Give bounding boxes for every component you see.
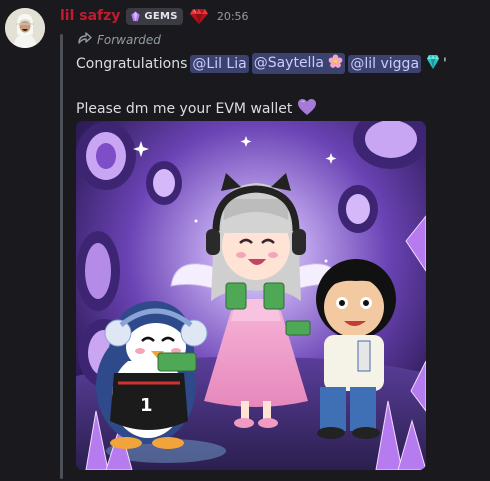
guild-tag[interactable]: GEMS [126, 7, 183, 25]
author-name[interactable]: lil safzy [60, 8, 120, 24]
crystal-gem-icon [130, 10, 141, 22]
mention-lil-vigga[interactable]: @lil vigga [348, 54, 422, 73]
forward-bar [60, 34, 63, 479]
geode-top-left [76, 122, 136, 190]
avatar[interactable] [5, 8, 45, 48]
mention-lil-lia[interactable]: @Lil Lia [190, 54, 249, 73]
purple-heart-icon [297, 98, 317, 120]
svg-text:1: 1 [140, 395, 153, 416]
forwarded-indicator: Forwarded [78, 32, 161, 47]
message-line-2: Please dm me your EVM wallet [76, 98, 317, 120]
forwarded-label: Forwarded [97, 32, 161, 47]
message-header: lil safzy GEMS 20:56 [60, 6, 249, 26]
chat-message: lil safzy GEMS 20:56 Forwarded Congratul… [0, 0, 490, 481]
timestamp[interactable]: 20:56 [217, 10, 249, 23]
congrats-text: Congratulations [76, 55, 188, 72]
mention-saytella[interactable]: @Saytella [251, 53, 346, 74]
attachment-image[interactable]: 1 [76, 121, 426, 470]
forward-arrow-icon [78, 32, 92, 47]
guild-tag-label: GEMS [144, 10, 178, 22]
mention-saytella-label: @Saytella [253, 55, 324, 71]
cartoon-illustration: 1 [76, 121, 426, 470]
message-line-1: Congratulations @Lil Lia @Saytella @lil … [76, 53, 447, 74]
cherry-blossom-icon [328, 54, 343, 73]
red-gem-badge-icon[interactable] [189, 7, 209, 25]
trailing-quote: ' [443, 55, 447, 72]
teal-gem-icon [426, 54, 440, 74]
dm-wallet-text: Please dm me your EVM wallet [76, 101, 293, 117]
